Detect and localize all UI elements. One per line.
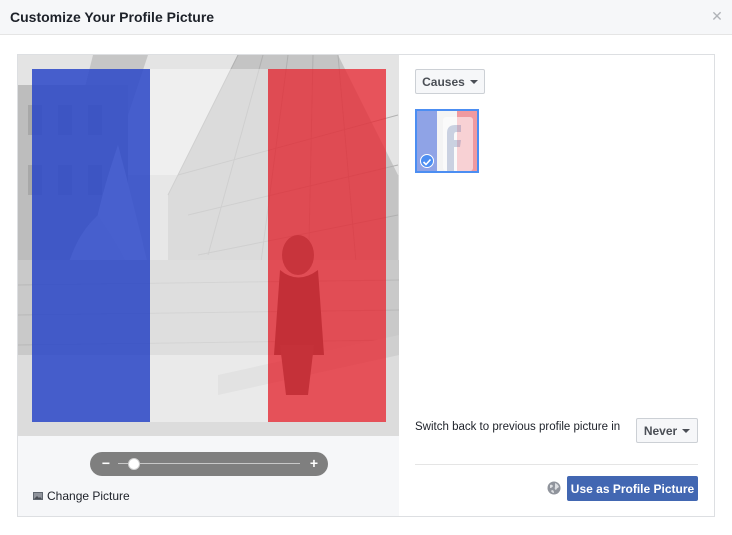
- close-icon[interactable]: ✕: [710, 9, 724, 23]
- photo-editor: − + Change Picture: [18, 55, 399, 516]
- frame-option-france[interactable]: [415, 109, 479, 173]
- divider: [415, 464, 698, 465]
- category-dropdown[interactable]: Causes: [415, 69, 485, 94]
- change-picture-label: Change Picture: [47, 489, 130, 503]
- dialog-body: − + Change Picture Causes Switch back to…: [17, 54, 715, 517]
- zoom-out-button[interactable]: −: [99, 454, 113, 472]
- dialog-header: Customize Your Profile Picture ✕: [0, 0, 732, 35]
- selected-check-icon: [420, 154, 434, 168]
- options-pane: Causes Switch back to previous profile p…: [399, 55, 714, 516]
- zoom-track[interactable]: [118, 463, 300, 464]
- dialog-title: Customize Your Profile Picture: [10, 9, 215, 25]
- picture-icon: [33, 492, 43, 500]
- change-picture-link[interactable]: Change Picture: [33, 489, 130, 503]
- chevron-down-icon: [682, 428, 691, 433]
- switch-back-label: Switch back to previous profile picture …: [415, 421, 621, 433]
- photo-scene: [18, 55, 399, 436]
- chevron-down-icon: [469, 79, 478, 84]
- zoom-handle[interactable]: [128, 458, 141, 470]
- profile-photo-preview[interactable]: [18, 55, 399, 436]
- globe-icon[interactable]: [547, 481, 561, 495]
- switch-back-dropdown[interactable]: Never: [636, 418, 698, 443]
- zoom-in-button[interactable]: +: [307, 454, 321, 472]
- switch-back-value: Never: [643, 423, 678, 438]
- category-dropdown-label: Causes: [422, 74, 465, 89]
- use-as-profile-picture-button[interactable]: Use as Profile Picture: [567, 476, 698, 501]
- zoom-slider[interactable]: − +: [90, 452, 328, 476]
